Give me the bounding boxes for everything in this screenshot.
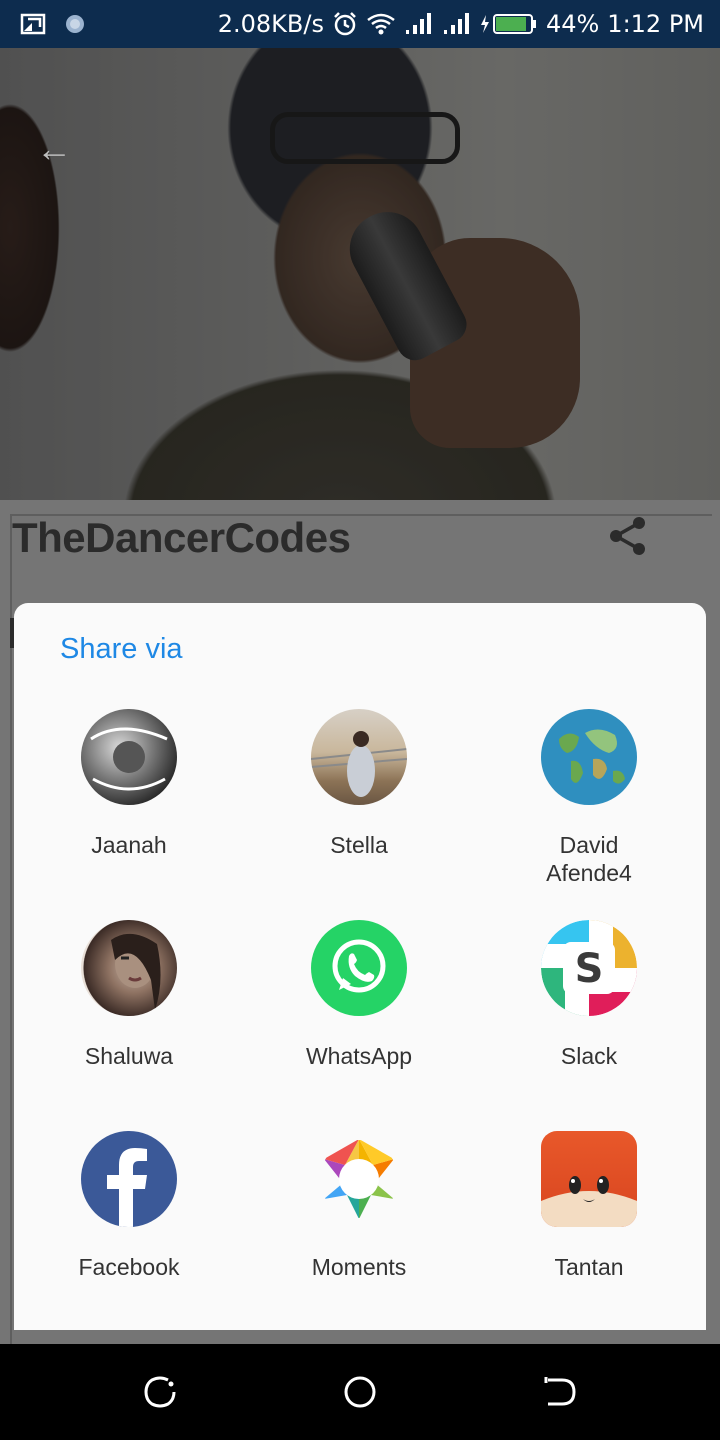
profile-cover-photo: ← (0, 48, 720, 500)
share-target-label: Facebook (78, 1254, 180, 1280)
battery-icon (480, 12, 538, 36)
clock: 1:12 PM (607, 10, 704, 38)
share-target-jaanah[interactable]: Jaanah (14, 709, 244, 859)
share-target-whatsapp[interactable]: WhatsApp (244, 920, 474, 1070)
share-target-tantan[interactable]: Tantan (474, 1131, 704, 1281)
share-icon[interactable] (606, 514, 650, 558)
cast-icon (20, 13, 46, 35)
share-target-label: Shaluwa (84, 1043, 174, 1069)
wifi-icon (366, 12, 396, 36)
svg-text:S: S (575, 946, 604, 992)
back-icon[interactable] (542, 1374, 578, 1410)
recents-icon[interactable] (142, 1374, 178, 1410)
share-target-stella[interactable]: Stella (244, 709, 474, 859)
dim-overlay (0, 48, 720, 500)
share-target-label: Stella (330, 832, 388, 858)
contact-avatar-icon (81, 920, 177, 1016)
sync-icon (64, 13, 86, 35)
contact-avatar-icon (81, 709, 177, 805)
alarm-icon (332, 11, 358, 37)
moments-icon (311, 1131, 407, 1227)
share-target-facebook[interactable]: Facebook (14, 1131, 244, 1281)
whatsapp-icon (311, 920, 407, 1016)
share-target-moments[interactable]: Moments (244, 1131, 474, 1281)
status-bar: 2.08KB/s 44% 1:12 PM (0, 0, 720, 48)
share-target-label: Slack (560, 1043, 618, 1069)
share-target-david-afende4[interactable]: David Afende4 (474, 709, 704, 887)
share-target-shaluwa[interactable]: Shaluwa (14, 920, 244, 1070)
share-target-label: Tantan (554, 1254, 624, 1280)
signal-icon-2 (442, 12, 472, 36)
home-icon[interactable] (342, 1374, 378, 1410)
contact-avatar-icon (311, 709, 407, 805)
navigation-bar (0, 1344, 720, 1440)
share-target-label: Moments (311, 1254, 407, 1280)
world-map-avatar-icon (541, 709, 637, 805)
share-target-label: Jaanah (91, 832, 167, 858)
signal-icon (404, 12, 434, 36)
share-target-label: David Afende4 (546, 832, 632, 886)
battery-percent: 44% (545, 10, 600, 38)
share-sheet: Share via Jaanah Stella David Afende4 Sh… (14, 603, 706, 1330)
share-target-slack[interactable]: S Slack (474, 920, 704, 1070)
share-target-label: WhatsApp (305, 1043, 413, 1069)
facebook-icon (81, 1131, 177, 1227)
page-title: TheDancerCodes (12, 514, 351, 561)
network-speed: 2.08KB/s (217, 10, 324, 38)
back-arrow-icon[interactable]: ← (36, 128, 72, 170)
share-sheet-title: Share via (60, 633, 183, 665)
tantan-icon (541, 1131, 637, 1227)
slack-icon: S (541, 920, 637, 1016)
